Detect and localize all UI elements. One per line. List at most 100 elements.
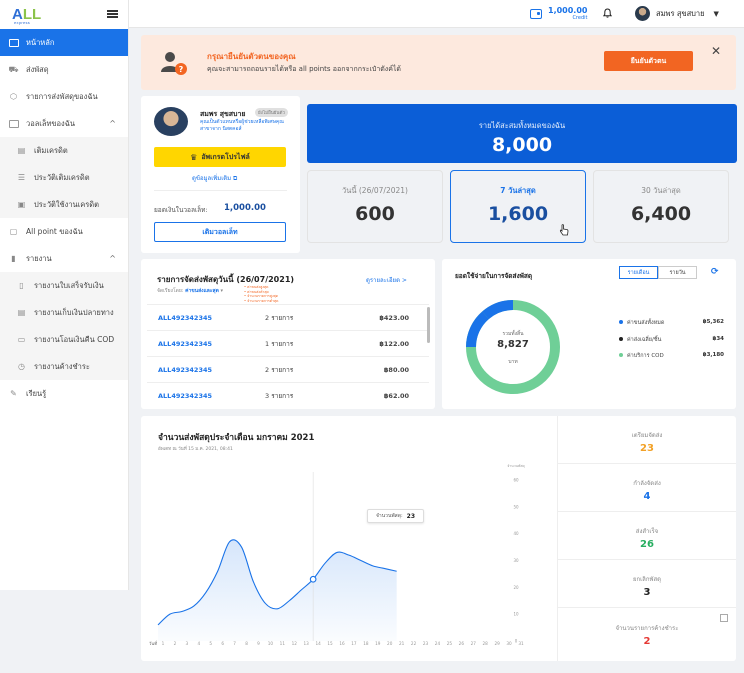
tracking-id[interactable]: ALL492342345 [158, 366, 212, 374]
x-tick-label: 4 [197, 641, 200, 646]
monthly-area-chart: จำนวนพัสดุ0102030405060วันที่ 1 2 3 4 5 6 7 8 9 10… [149, 464, 525, 646]
tab-daily[interactable]: รายวัน [658, 266, 697, 279]
y-tick-label: 50 [513, 504, 519, 509]
verify-button[interactable]: ยืนยันตัวตน [604, 51, 693, 71]
period-tabs: รายเดือน รายวัน [619, 266, 697, 279]
external-link-icon[interactable] [720, 614, 728, 622]
chevron-up-icon: ^ [109, 254, 116, 263]
summary-value: 4 [643, 491, 651, 502]
x-tick-label: 14 [315, 641, 321, 646]
x-tick-label: 16 [339, 641, 345, 646]
stat-box-7-days[interactable]: 7 วันล่าสุด 1,600 [450, 170, 586, 243]
truck-icon: ⛟ [8, 64, 19, 74]
tracking-id[interactable]: ALL492342345 [158, 392, 212, 400]
x-tick-label: 10 [268, 641, 274, 646]
sidebar-item-label: รายงานค้างชำระ [34, 361, 90, 371]
table-row[interactable]: ALL492342345 2 รายการ ฿423.00 [147, 304, 429, 330]
tooltip-label: จำนวนพัสดุ: [375, 513, 403, 519]
y-tick-label: 0 [515, 639, 518, 644]
table-row[interactable]: ALL492342345 3 รายการ ฿62.00 [147, 382, 429, 408]
sidebar-item-label: ประวัติเติมเครดิต [34, 172, 90, 182]
x-tick-label: 28 [483, 641, 489, 646]
profile-description: คุณเป็นตัวแทนหรือผู้ช่วยเหลือพิเศษคุณ สาข… [200, 119, 295, 133]
sidebar-item-overdue[interactable]: ◷ รายงานค้างชำระ [0, 353, 128, 380]
sidebar-item-label: รายงานเก็บเงินปลายทาง [34, 307, 114, 317]
sort-option[interactable]: • จำนวนรายการสูงสุด [244, 294, 278, 299]
refund-icon: ▭ [17, 335, 26, 344]
x-tick-label: 19 [375, 641, 381, 646]
summary-label: เตรียมจัดส่ง [631, 432, 663, 439]
svg-text:?: ? [179, 65, 184, 74]
sidebar-item-receipt[interactable]: ▯ รายงานใบเสร็จรับเงิน [0, 272, 128, 299]
chart-tooltip: จำนวนพัสดุ: 23 [367, 509, 424, 523]
view-details-link[interactable]: ดูรายละเอียด > [366, 275, 407, 285]
sidebar-item-home[interactable]: หน้าหลัก [0, 29, 128, 56]
balance-value: 1,000.00 [224, 203, 266, 213]
x-tick-label: 12 [292, 641, 298, 646]
hand-cursor-icon [559, 224, 569, 236]
bell-icon[interactable] [603, 8, 612, 18]
sidebar-item-topup-history[interactable]: ☰ ประวัติเติมเครดิต [0, 164, 128, 191]
x-tick-label: 1 [162, 641, 165, 646]
x-tick-label: 8 [245, 641, 248, 646]
sidebar: ALL express หน้าหลัก ⛟ ส่งพัสดุ ⬡ รายการส่ง… [0, 0, 129, 590]
sort-option[interactable]: • จำนวนรายการต่ำสุด [244, 299, 278, 304]
table-row[interactable]: ALL492342345 2 รายการ ฿80.00 [147, 356, 429, 382]
highlight-point [309, 575, 317, 583]
chart-subtitle: อัพเดท ณ วันที่ 15 ม.ค. 2021, 08:41 [158, 447, 233, 452]
summary-value: 3 [643, 587, 651, 598]
sidebar-item-my-shipments[interactable]: ⬡ รายการส่งพัสดุของฉัน [0, 83, 128, 110]
legend-value: ฿34 [712, 336, 724, 342]
refresh-icon[interactable]: ⟳ [711, 267, 719, 277]
credit-label: Credit [572, 15, 588, 21]
y-tick-label: 20 [513, 585, 519, 590]
legend-value: ฿5,362 [702, 319, 724, 325]
sidebar-item-learn[interactable]: ✎ เรียนรู้ [0, 380, 128, 407]
menu-icon[interactable] [107, 10, 118, 18]
tab-monthly[interactable]: รายเดือน [619, 266, 658, 279]
summary-cancelled: ยกเลิกพัสดุ 3 [558, 560, 736, 608]
tracking-id[interactable]: ALL492342345 [158, 314, 212, 322]
stat-label: 30 วันล่าสุด [641, 186, 681, 195]
stat-label: 7 วันล่าสุด [500, 186, 536, 195]
x-tick-label: 18 [363, 641, 369, 646]
sort-control[interactable]: จัดเรียงโดย: ค่าขนส่งและสุด ▾ [157, 287, 223, 295]
stat-box-today[interactable]: วันนี้ (26/07/2021) 600 [307, 170, 443, 243]
sidebar-item-label: รายงาน [26, 253, 52, 263]
sidebar-item-report[interactable]: ▮ รายงาน ^ [0, 245, 128, 272]
legend-item: ค่าส่งเฉลี่ย/ชิ้น ฿34 [619, 336, 724, 344]
scrollbar[interactable] [427, 307, 430, 343]
logo[interactable]: ALL express [12, 7, 41, 25]
stat-value: 1,600 [487, 203, 549, 225]
upgrade-profile-button[interactable]: ♛ อัพเกรดโปรไฟล์ [154, 147, 286, 167]
sidebar-item-topup[interactable]: ▤ เติมเครดิต [0, 137, 128, 164]
credit-display[interactable]: 1,000.00 Credit [530, 6, 587, 21]
donut-slice-shipping [482, 300, 514, 320]
today-shipments-card: รายการจัดส่งพัสดุวันนี้ (26/07/2021) จัด… [141, 259, 435, 409]
legend-label: ค่าขนส่งทั้งหมด [627, 320, 665, 326]
sidebar-item-wallet[interactable]: วอลเล็ทของฉัน ^ [0, 110, 128, 137]
monthly-shipments-card: จำนวนส่งพัสดุประจำเดือน มกราคม 2021 อัพเ… [141, 416, 736, 661]
report-icon: ▮ [11, 254, 16, 263]
sidebar-item-cod[interactable]: ▤ รายงานเก็บเงินปลายทาง [0, 299, 128, 326]
balance-label: ยอดเงินในวอลเล็ท: [154, 206, 208, 214]
sort-label: จัดเรียงโดย: [157, 288, 184, 294]
caret-down-icon: ▼ [713, 9, 719, 18]
item-count: 1 รายการ [265, 339, 294, 348]
avatar [635, 6, 650, 21]
table-row[interactable]: ALL492342345 1 รายการ ฿122.00 [147, 330, 429, 356]
sidebar-item-send[interactable]: ⛟ ส่งพัสดุ [0, 56, 128, 83]
sidebar-item-usage-history[interactable]: ▣ ประวัติใช้งานเครดิต [0, 191, 128, 218]
y-axis-label: จำนวนพัสดุ [507, 464, 524, 469]
close-icon[interactable]: ✕ [711, 44, 721, 58]
sidebar-item-cod-refund[interactable]: ▭ รายงานโอนเงินคืน COD [0, 326, 128, 353]
sidebar-item-all-point[interactable]: ▢ All point ของฉัน [0, 218, 128, 245]
tracking-id[interactable]: ALL492342345 [158, 340, 212, 348]
topup-wallet-button[interactable]: เติมวอลเล็ท [154, 222, 286, 242]
more-info-link[interactable]: ดูข้อมูลเพิ่มเติม ⧉ [192, 173, 237, 183]
user-menu[interactable]: สมพร สุขสบาย ▼ [635, 6, 719, 21]
summary-label: ยกเลิกพัสดุ [632, 576, 662, 583]
stat-box-30-days[interactable]: 30 วันล่าสุด 6,400 [593, 170, 729, 243]
verify-alert: ? กรุณายืนยันตัวตนของคุณ คุณจะสามารถถอนร… [141, 35, 736, 90]
summary-value: 23 [640, 443, 654, 454]
